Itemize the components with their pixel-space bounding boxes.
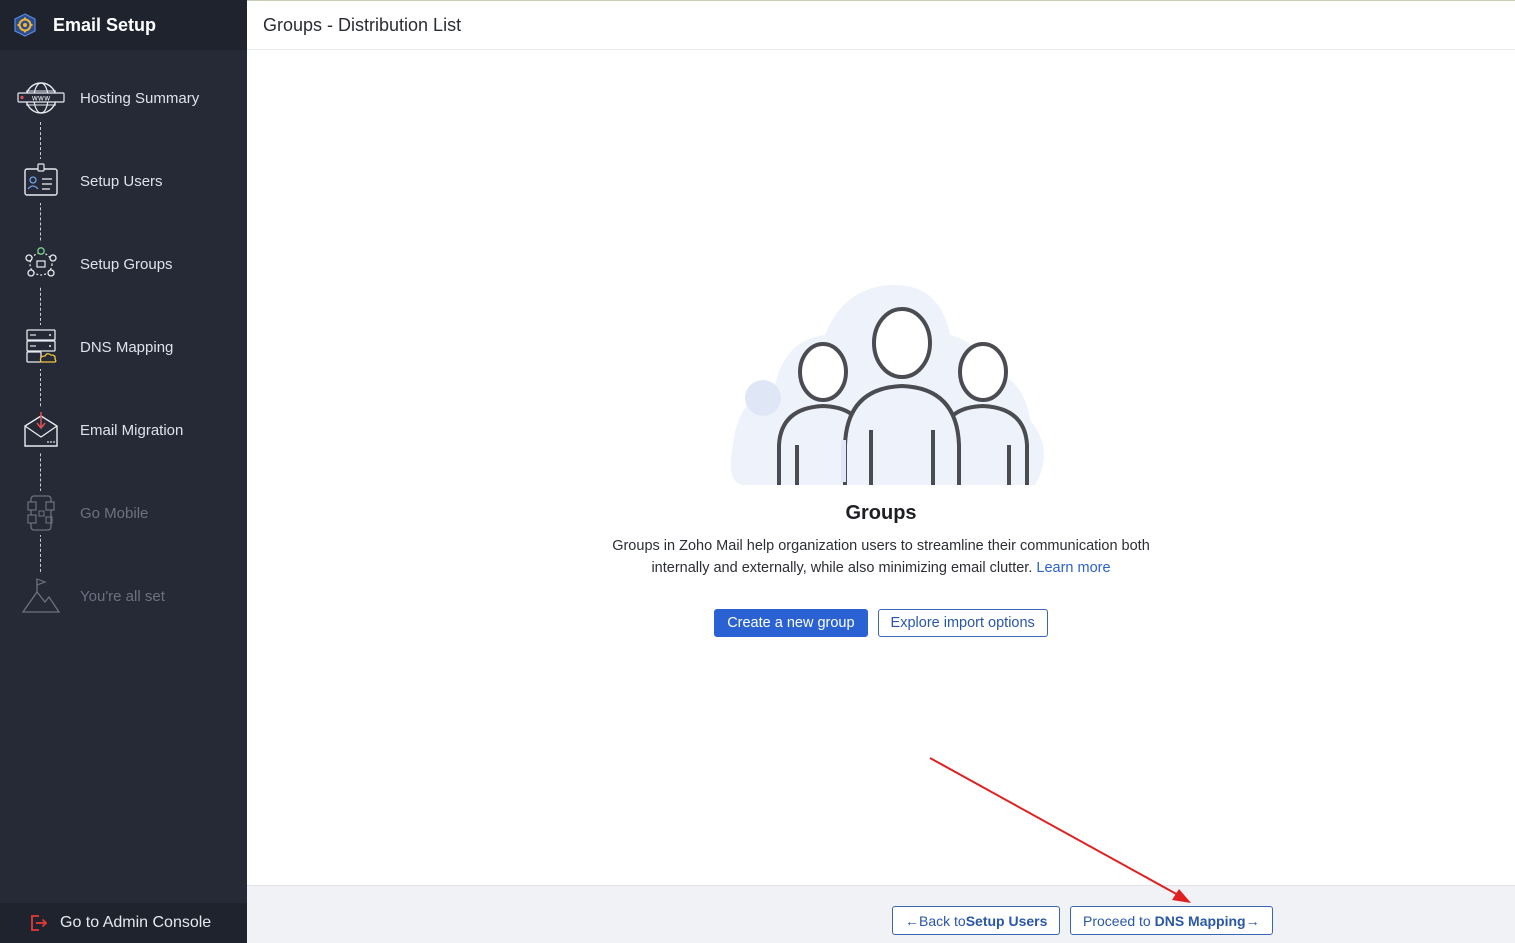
sidebar-item-dns-mapping[interactable]: DNS Mapping (0, 317, 247, 377)
mobile-qr-icon (16, 491, 66, 535)
exit-icon (31, 915, 48, 931)
envelope-download-icon (16, 408, 66, 452)
sidebar-item-label: Setup Groups (80, 255, 173, 273)
back-prefix: ←Back to (905, 912, 966, 929)
sidebar-item-label: DNS Mapping (80, 338, 174, 356)
back-to-setup-users-button[interactable]: ←Back to Setup Users (892, 906, 1061, 935)
groups-people-illustration (730, 285, 1044, 485)
gear-settings-icon (14, 13, 36, 37)
sidebar-item-email-migration[interactable]: Email Migration (0, 400, 247, 460)
mountain-flag-icon (16, 574, 66, 618)
sidebar-item-label: Go Mobile (80, 504, 149, 522)
next-target: DNS Mapping (1154, 912, 1246, 929)
svg-text:www: www (32, 94, 50, 103)
explore-import-options-button[interactable]: Explore import options (877, 609, 1048, 637)
next-prefix: Proceed to (1083, 912, 1155, 929)
empty-state-description: Groups in Zoho Mail help organization us… (601, 535, 1161, 579)
page-title: Groups - Distribution List (263, 14, 462, 35)
sidebar-title: Email Setup (53, 14, 157, 35)
sidebar-item-all-set[interactable]: You're all set (0, 566, 247, 626)
groups-empty-state: Groups Groups in Zoho Mail help organiza… (247, 280, 1515, 637)
sidebar-item-hosting-summary[interactable]: www Hosting Summary (0, 68, 247, 128)
sidebar-header: Email Setup (0, 0, 247, 50)
create-new-group-button[interactable]: Create a new group (714, 609, 868, 637)
sidebar-item-setup-groups[interactable]: Setup Groups (0, 234, 247, 294)
sidebar-item-label: Hosting Summary (80, 89, 200, 107)
go-to-admin-console-button[interactable]: Go to Admin Console (0, 903, 247, 943)
next-arrow-icon: → (1245, 912, 1260, 929)
group-network-icon (16, 242, 66, 286)
wizard-footer: ←Back to Setup Users Proceed to DNS Mapp… (247, 885, 1515, 943)
sidebar-item-setup-users[interactable]: Setup Users (0, 151, 247, 211)
sidebar-item-label: Email Migration (80, 421, 184, 439)
back-target: Setup Users (965, 912, 1048, 929)
empty-state-title: Groups (845, 502, 917, 524)
sidebar: Email Setup www Hosting Summary Setup Us… (0, 0, 247, 943)
www-globe-icon: www (16, 76, 66, 120)
sidebar-item-go-mobile[interactable]: Go Mobile (0, 483, 247, 543)
user-card-icon (16, 159, 66, 203)
learn-more-link[interactable]: Learn more (1036, 560, 1110, 576)
server-cloud-icon (16, 325, 66, 369)
admin-console-label: Go to Admin Console (60, 914, 212, 931)
proceed-to-dns-mapping-button[interactable]: Proceed to DNS Mapping → (1070, 906, 1273, 935)
sidebar-item-label: You're all set (80, 587, 165, 605)
main-header: Groups - Distribution List (247, 0, 1515, 50)
sidebar-item-label: Setup Users (80, 172, 163, 190)
main-content: Groups - Distribution List Groups Groups… (247, 0, 1515, 943)
empty-state-actions: Create a new group Explore import option… (714, 609, 1048, 637)
